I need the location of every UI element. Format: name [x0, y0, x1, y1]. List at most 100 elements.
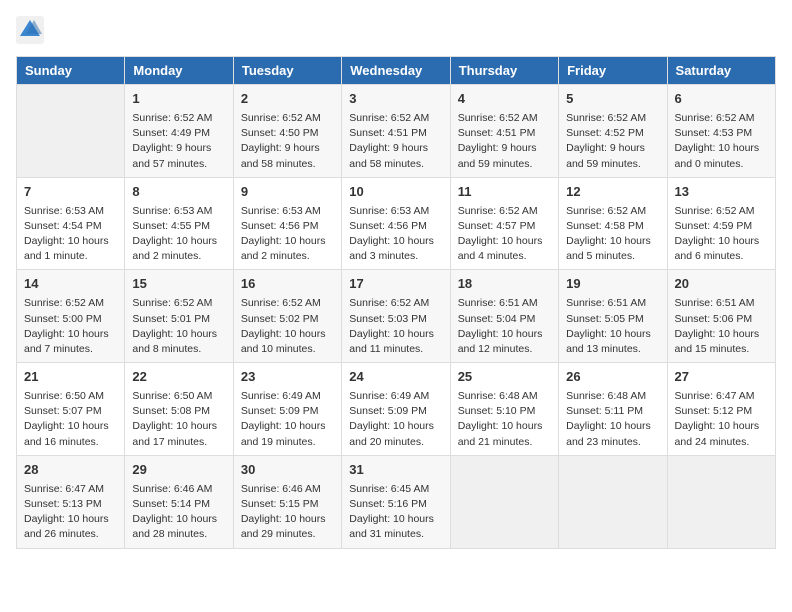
calendar-cell: 25Sunrise: 6:48 AMSunset: 5:10 PMDayligh… [450, 363, 558, 456]
header-day-tuesday: Tuesday [233, 57, 341, 85]
day-number: 26 [566, 368, 659, 387]
cell-content: Sunrise: 6:47 AMSunset: 5:12 PMDaylight:… [675, 389, 768, 450]
cell-content: Sunrise: 6:46 AMSunset: 5:15 PMDaylight:… [241, 482, 334, 543]
calendar-cell: 31 Sunrise: 6:45 AMSunset: 5:16 PMDayligh… [342, 455, 450, 548]
week-row-5: 28Sunrise: 6:47 AMSunset: 5:13 PMDayligh… [17, 455, 776, 548]
cell-content: Sunrise: 6:52 AMSunset: 4:50 PMDaylight:… [241, 111, 334, 172]
day-number: 21 [24, 368, 117, 387]
header-day-wednesday: Wednesday [342, 57, 450, 85]
calendar-header: SundayMondayTuesdayWednesdayThursdayFrid… [17, 57, 776, 85]
cell-content: Sunrise: 6:52 AMSunset: 4:52 PMDaylight:… [566, 111, 659, 172]
day-number: 14 [24, 275, 117, 294]
calendar-cell: 12Sunrise: 6:52 AMSunset: 4:58 PMDayligh… [559, 177, 667, 270]
header-day-sunday: Sunday [17, 57, 125, 85]
calendar-cell: 14 Sunrise: 6:52 AMSunset: 5:00 PMDayligh… [17, 270, 125, 363]
cell-content: Sunrise: 6:52 AMSunset: 4:57 PMDaylight:… [458, 204, 551, 265]
cell-content: Sunrise: 6:51 AMSunset: 5:06 PMDaylight:… [675, 296, 768, 357]
cell-content: Sunrise: 6:50 AMSunset: 5:07 PMDaylight:… [24, 389, 117, 450]
cell-content: Sunrise: 6:52 AMSunset: 5:03 PMDaylight:… [349, 296, 442, 357]
cell-content: Sunrise: 6:49 AMSunset: 5:09 PMDaylight:… [241, 389, 334, 450]
week-row-4: 21 Sunrise: 6:50 AMSunset: 5:07 PMDayligh… [17, 363, 776, 456]
cell-content: Sunrise: 6:50 AMSunset: 5:08 PMDaylight:… [132, 389, 225, 450]
calendar-cell: 20 Sunrise: 6:51 AMSunset: 5:06 PMDayligh… [667, 270, 775, 363]
calendar-table: SundayMondayTuesdayWednesdayThursdayFrid… [16, 56, 776, 549]
day-number: 16 [241, 275, 334, 294]
calendar-cell: 15 Sunrise: 6:52 AMSunset: 5:01 PMDayligh… [125, 270, 233, 363]
calendar-cell [559, 455, 667, 548]
day-number: 30 [241, 461, 334, 480]
header-day-saturday: Saturday [667, 57, 775, 85]
cell-content: Sunrise: 6:53 AMSunset: 4:55 PMDaylight:… [132, 204, 225, 265]
calendar-cell: 24 Sunrise: 6:49 AMSunset: 5:09 PMDayligh… [342, 363, 450, 456]
calendar-cell: 6Sunrise: 6:52 AMSunset: 4:53 PMDaylight… [667, 85, 775, 178]
logo-icon [16, 16, 44, 44]
calendar-cell: 7 Sunrise: 6:53 AMSunset: 4:54 PMDaylight… [17, 177, 125, 270]
day-number: 31 [349, 461, 442, 480]
calendar-cell: 8 Sunrise: 6:53 AMSunset: 4:55 PMDaylight… [125, 177, 233, 270]
day-number: 17 [349, 275, 442, 294]
day-number: 20 [675, 275, 768, 294]
calendar-body: 1 Sunrise: 6:52 AMSunset: 4:49 PMDaylight… [17, 85, 776, 549]
day-number: 2 [241, 90, 334, 109]
cell-content: Sunrise: 6:52 AMSunset: 4:59 PMDaylight:… [675, 204, 768, 265]
header-row: SundayMondayTuesdayWednesdayThursdayFrid… [17, 57, 776, 85]
calendar-cell: 13 Sunrise: 6:52 AMSunset: 4:59 PMDayligh… [667, 177, 775, 270]
cell-content: Sunrise: 6:49 AMSunset: 5:09 PMDaylight:… [349, 389, 442, 450]
day-number: 6 [675, 90, 768, 109]
cell-content: Sunrise: 6:53 AMSunset: 4:56 PMDaylight:… [349, 204, 442, 265]
calendar-cell [667, 455, 775, 548]
calendar-cell: 27 Sunrise: 6:47 AMSunset: 5:12 PMDayligh… [667, 363, 775, 456]
calendar-cell [17, 85, 125, 178]
header-day-friday: Friday [559, 57, 667, 85]
calendar-cell: 18Sunrise: 6:51 AMSunset: 5:04 PMDayligh… [450, 270, 558, 363]
calendar-cell: 21 Sunrise: 6:50 AMSunset: 5:07 PMDayligh… [17, 363, 125, 456]
day-number: 11 [458, 183, 551, 202]
cell-content: Sunrise: 6:46 AMSunset: 5:14 PMDaylight:… [132, 482, 225, 543]
day-number: 15 [132, 275, 225, 294]
cell-content: Sunrise: 6:52 AMSunset: 4:49 PMDaylight:… [132, 111, 225, 172]
day-number: 13 [675, 183, 768, 202]
day-number: 29 [132, 461, 225, 480]
day-number: 24 [349, 368, 442, 387]
day-number: 27 [675, 368, 768, 387]
calendar-cell [450, 455, 558, 548]
header-day-thursday: Thursday [450, 57, 558, 85]
calendar-cell: 22Sunrise: 6:50 AMSunset: 5:08 PMDayligh… [125, 363, 233, 456]
cell-content: Sunrise: 6:45 AMSunset: 5:16 PMDaylight:… [349, 482, 442, 543]
week-row-1: 1 Sunrise: 6:52 AMSunset: 4:49 PMDaylight… [17, 85, 776, 178]
calendar-cell: 5 Sunrise: 6:52 AMSunset: 4:52 PMDaylight… [559, 85, 667, 178]
day-number: 1 [132, 90, 225, 109]
calendar-cell: 30 Sunrise: 6:46 AMSunset: 5:15 PMDayligh… [233, 455, 341, 548]
day-number: 23 [241, 368, 334, 387]
calendar-cell: 4Sunrise: 6:52 AMSunset: 4:51 PMDaylight… [450, 85, 558, 178]
day-number: 7 [24, 183, 117, 202]
calendar-cell: 23 Sunrise: 6:49 AMSunset: 5:09 PMDayligh… [233, 363, 341, 456]
cell-content: Sunrise: 6:48 AMSunset: 5:11 PMDaylight:… [566, 389, 659, 450]
calendar-cell: 28Sunrise: 6:47 AMSunset: 5:13 PMDayligh… [17, 455, 125, 548]
day-number: 5 [566, 90, 659, 109]
day-number: 9 [241, 183, 334, 202]
calendar-cell: 1 Sunrise: 6:52 AMSunset: 4:49 PMDaylight… [125, 85, 233, 178]
cell-content: Sunrise: 6:52 AMSunset: 5:00 PMDaylight:… [24, 296, 117, 357]
day-number: 12 [566, 183, 659, 202]
calendar-cell: 10 Sunrise: 6:53 AMSunset: 4:56 PMDayligh… [342, 177, 450, 270]
day-number: 3 [349, 90, 442, 109]
cell-content: Sunrise: 6:52 AMSunset: 5:02 PMDaylight:… [241, 296, 334, 357]
day-number: 28 [24, 461, 117, 480]
cell-content: Sunrise: 6:52 AMSunset: 4:51 PMDaylight:… [349, 111, 442, 172]
week-row-3: 14 Sunrise: 6:52 AMSunset: 5:00 PMDayligh… [17, 270, 776, 363]
cell-content: Sunrise: 6:53 AMSunset: 4:56 PMDaylight:… [241, 204, 334, 265]
header-day-monday: Monday [125, 57, 233, 85]
calendar-cell: 2 Sunrise: 6:52 AMSunset: 4:50 PMDaylight… [233, 85, 341, 178]
day-number: 8 [132, 183, 225, 202]
calendar-cell: 19 Sunrise: 6:51 AMSunset: 5:05 PMDayligh… [559, 270, 667, 363]
day-number: 19 [566, 275, 659, 294]
cell-content: Sunrise: 6:53 AMSunset: 4:54 PMDaylight:… [24, 204, 117, 265]
day-number: 10 [349, 183, 442, 202]
day-number: 4 [458, 90, 551, 109]
logo [16, 16, 46, 44]
cell-content: Sunrise: 6:52 AMSunset: 5:01 PMDaylight:… [132, 296, 225, 357]
page-header [16, 16, 776, 44]
cell-content: Sunrise: 6:51 AMSunset: 5:05 PMDaylight:… [566, 296, 659, 357]
day-number: 18 [458, 275, 551, 294]
